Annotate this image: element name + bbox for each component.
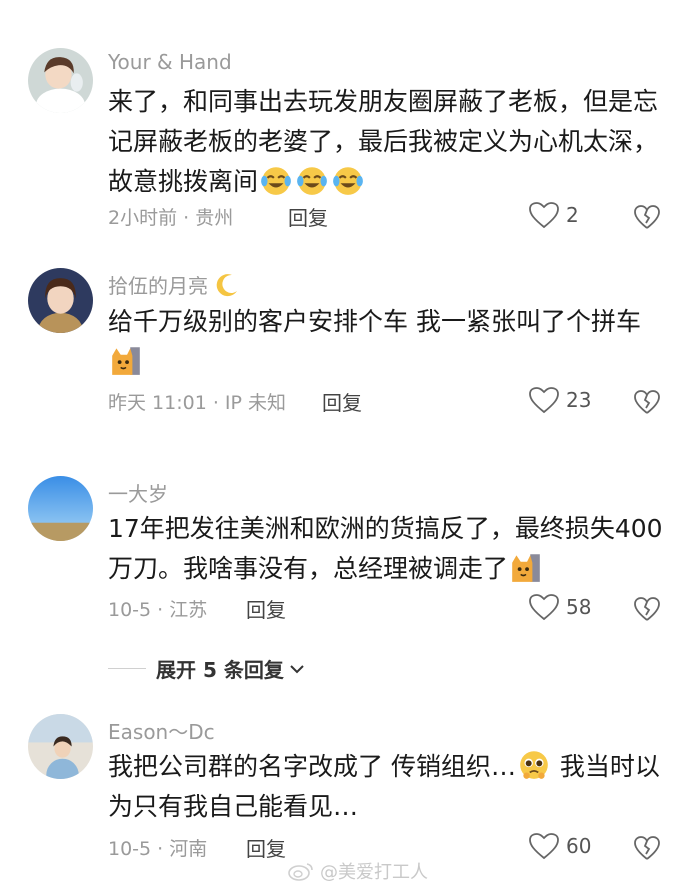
comment-text-content: 给千万级别的客户安排个车 我一紧张叫了个拼车 <box>108 307 641 336</box>
peeking-cat-emoji-icon <box>509 550 543 584</box>
like-button[interactable]: 58 <box>528 593 591 621</box>
avatar[interactable] <box>28 476 93 541</box>
like-count: 58 <box>566 595 592 619</box>
heart-icon <box>529 202 559 229</box>
broken-heart-icon <box>634 597 660 621</box>
broken-heart-icon <box>634 836 660 860</box>
peeking-cat-emoji-icon <box>109 343 143 377</box>
reply-button[interactable]: 回复 <box>246 833 286 862</box>
crescent-moon-icon <box>217 274 238 297</box>
tears-of-joy-emoji-icon <box>259 163 293 197</box>
pleading-face-emoji-icon <box>517 748 551 782</box>
username[interactable]: Your & Hand <box>108 50 232 74</box>
username-text: 拾伍的月亮 <box>108 274 208 298</box>
comment-text: 来了，和同事出去玩发朋友圈屏蔽了老板，但是忘记屏蔽老板的老婆了，最后我被定义为心… <box>108 82 668 202</box>
divider-line <box>108 668 146 669</box>
watermark: @美爱打工人 <box>288 858 428 884</box>
comment-meta: 昨天 11:01 · IP 未知 <box>108 392 287 414</box>
like-count: 60 <box>566 834 592 858</box>
watermark-text: @美爱打工人 <box>320 862 428 883</box>
username[interactable]: 拾伍的月亮 <box>108 270 240 299</box>
expand-replies-button[interactable]: 展开 5 条回复 <box>108 654 306 683</box>
broken-heart-icon <box>634 205 660 229</box>
reply-button[interactable]: 回复 <box>288 202 328 231</box>
comment-meta: 10-5 · 河南 <box>108 838 208 860</box>
dislike-button[interactable] <box>633 388 661 416</box>
comment-text: 我把公司群的名字改成了 传销组织… 我当时以为只有我自己能看见… <box>108 747 668 827</box>
like-button[interactable]: 2 <box>528 201 579 229</box>
avatar[interactable] <box>28 714 93 779</box>
chevron-down-icon <box>290 664 304 673</box>
heart-icon <box>529 387 559 414</box>
like-count: 2 <box>566 203 579 227</box>
heart-icon <box>529 833 559 860</box>
tears-of-joy-emoji-icon <box>331 163 365 197</box>
avatar[interactable] <box>28 48 93 113</box>
comment-meta: 2小时前 · 贵州 <box>108 207 234 229</box>
expand-replies-label: 展开 5 条回复 <box>156 658 284 682</box>
dislike-button[interactable] <box>633 595 661 623</box>
username[interactable]: Eason～Dc <box>108 716 215 745</box>
like-button[interactable]: 60 <box>528 832 591 860</box>
comment-text: 17年把发往美洲和欧洲的货搞反了，最终损失400万刀。我啥事没有，总经理被调走了 <box>108 509 668 589</box>
comment-text-content: 17年把发往美洲和欧洲的货搞反了，最终损失400万刀。我啥事没有，总经理被调走了 <box>108 514 663 583</box>
dislike-button[interactable] <box>633 203 661 231</box>
reply-button[interactable]: 回复 <box>322 387 362 416</box>
dislike-button[interactable] <box>633 834 661 862</box>
comment-text: 给千万级别的客户安排个车 我一紧张叫了个拼车 <box>108 302 668 382</box>
reply-button[interactable]: 回复 <box>246 594 286 623</box>
comment-meta: 10-5 · 江苏 <box>108 599 208 621</box>
comment-text-content: 来了，和同事出去玩发朋友圈屏蔽了老板，但是忘记屏蔽老板的老婆了，最后我被定义为心… <box>108 87 659 196</box>
like-button[interactable]: 23 <box>528 386 591 414</box>
avatar[interactable] <box>28 268 93 333</box>
broken-heart-icon <box>634 390 660 414</box>
tears-of-joy-emoji-icon <box>295 163 329 197</box>
heart-icon <box>529 594 559 621</box>
comment-text-content: 我把公司群的名字改成了 传销组织… <box>108 752 516 781</box>
weibo-logo-icon <box>288 863 313 881</box>
username[interactable]: 一大岁 <box>108 478 168 507</box>
like-count: 23 <box>566 388 592 412</box>
